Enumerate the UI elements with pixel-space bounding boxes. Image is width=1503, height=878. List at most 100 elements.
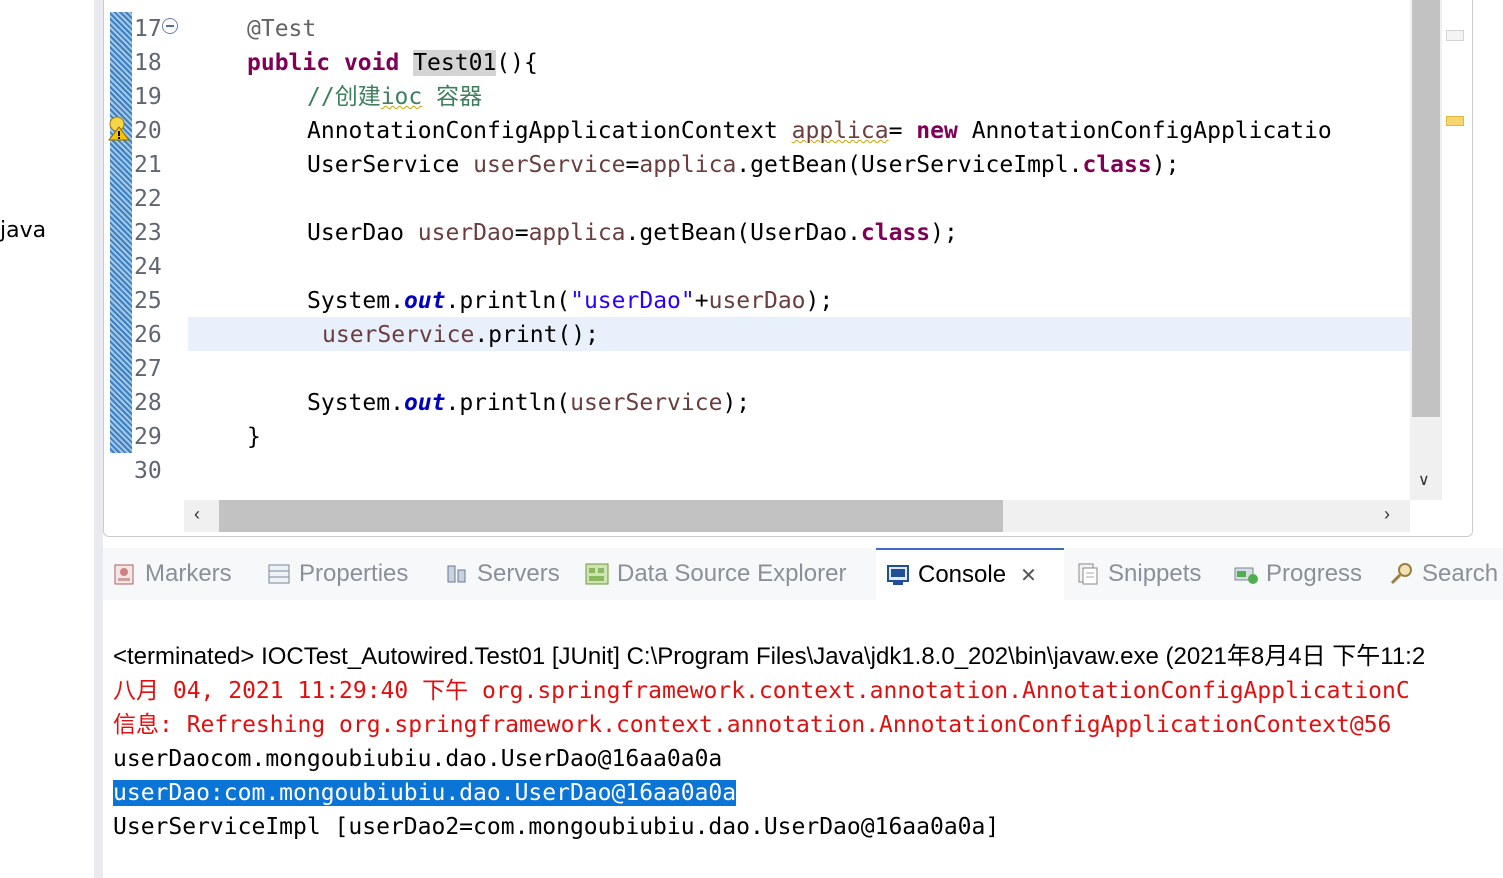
variable-token: userDao (708, 288, 806, 314)
code-token: AnnotationConfigApplicatio (957, 118, 1332, 144)
tab-label: Console (918, 561, 1007, 588)
type-token: AnnotationConfigApplicationContext (307, 118, 792, 144)
variable-token: userService (570, 390, 723, 416)
code-line-23[interactable]: UserDao userDao=applica.getBean(UserDao.… (307, 216, 958, 250)
code-line-19[interactable]: //创建ioc 容器 (307, 80, 482, 114)
progress-icon (1234, 567, 1258, 584)
overview-marker[interactable] (1446, 30, 1464, 41)
line-number: 23 (134, 220, 162, 246)
code-line-17[interactable]: @Test (247, 12, 316, 46)
tab-console[interactable]: Console ✕ (876, 548, 1064, 600)
tab-snippets[interactable]: Snippets (1076, 548, 1201, 600)
tab-markers[interactable]: Markers (113, 548, 232, 600)
console-icon (887, 565, 909, 585)
variable-token: userService (473, 152, 626, 178)
console-log-line: 八月 04, 2021 11:29:40 下午 org.springframew… (113, 678, 1410, 704)
code-token: .println( (445, 390, 571, 416)
tab-search[interactable]: Search (1390, 548, 1498, 600)
scroll-down-arrow-icon[interactable]: ∨ (1418, 470, 1430, 490)
console-output-line: userDaocom.mongoubiubiu.dao.UserDao@16aa… (113, 746, 723, 772)
overview-ruler[interactable] (1442, 0, 1472, 536)
line-number: 27 (134, 356, 162, 382)
comment-token: 容器 (422, 84, 483, 110)
vertical-scroll-thumb[interactable] (1412, 0, 1440, 417)
code-token: = (625, 152, 640, 178)
tab-data-source-explorer[interactable]: Data Source Explorer (585, 548, 846, 600)
console-log-line: 信息: Refreshing org.springframework.conte… (113, 712, 1392, 738)
package-explorer-text-fragment: java (0, 218, 47, 243)
code-token: ); (1151, 152, 1180, 178)
static-field-token: out (403, 390, 446, 416)
line-number: 24 (134, 254, 162, 280)
line-number: 21 (134, 152, 162, 178)
snippets-icon (1078, 563, 1098, 585)
tab-label: Properties (299, 560, 409, 587)
java-editor[interactable]: 17 18 19 20 21 22 23 24 25 26 27 28 29 3… (103, 0, 1473, 537)
scroll-right-arrow-icon[interactable]: › (1384, 504, 1390, 525)
code-token: System. (307, 390, 404, 416)
console-output[interactable]: <terminated> IOCTest_Autowired.Test01 [J… (103, 600, 1503, 878)
code-token: .getBean(UserServiceImpl. (736, 152, 1083, 178)
tab-label: Snippets (1108, 560, 1202, 587)
console-output-line: UserServiceImpl [userDao2=com.mongoubiub… (113, 814, 1000, 840)
tab-label: Search (1422, 560, 1499, 587)
code-line-20[interactable]: AnnotationConfigApplicationContext appli… (307, 114, 1332, 148)
keyword-token: class (860, 220, 931, 246)
close-icon[interactable]: ✕ (1020, 563, 1037, 588)
code-line-25[interactable]: System.out.println("userDao"+userDao); (307, 284, 833, 318)
tab-label: Markers (145, 560, 232, 587)
code-token: .getBean(UserDao. (625, 220, 861, 246)
code-token: System. (307, 288, 404, 314)
string-token: "userDao" (570, 288, 695, 314)
selected-text[interactable]: userDao:com.mongoubiubiu.dao.UserDao@16a… (113, 780, 737, 806)
code-token: .println( (445, 288, 571, 314)
line-number: 18 (134, 50, 162, 76)
code-line-28[interactable]: System.out.println(userService); (307, 386, 750, 420)
warning-overview-marker[interactable] (1446, 116, 1464, 126)
console-output-line-selected[interactable]: userDao:com.mongoubiubiu.dao.UserDao@16a… (113, 776, 737, 810)
tab-label: Progress (1266, 560, 1363, 587)
code-token: ); (722, 390, 751, 416)
variable-token: applica (791, 118, 889, 144)
code-token: + (694, 288, 709, 314)
quick-diff-gutter-bar (110, 12, 132, 453)
variable-token: userDao (417, 220, 515, 246)
type-token: UserDao (307, 220, 418, 246)
code-line-18[interactable]: public void Test01(){ (247, 46, 538, 80)
code-token: = (514, 220, 529, 246)
code-line-29[interactable]: } (247, 420, 261, 454)
code-token: (){ (496, 50, 538, 76)
warning-lightbulb-icon[interactable] (108, 115, 130, 141)
scroll-left-arrow-icon[interactable]: ‹ (194, 504, 200, 525)
tab-servers[interactable]: Servers (445, 548, 560, 600)
code-line-26[interactable]: userService.print(); (322, 318, 599, 352)
code-line-21[interactable]: UserService userService=applica.getBean(… (307, 148, 1179, 182)
markers-icon (114, 564, 134, 585)
comment-token: //创建 (307, 84, 381, 110)
view-separator[interactable] (94, 0, 103, 878)
keyword-token: new (916, 118, 958, 144)
horizontal-scrollbar[interactable]: ‹ › (184, 500, 1410, 532)
variable-token: userService (322, 322, 475, 348)
line-number: 17 (134, 16, 162, 42)
annotation-token: @Test (247, 16, 317, 42)
tab-properties[interactable]: Properties (267, 548, 408, 600)
line-number: 30 (134, 458, 162, 484)
code-token: ); (805, 288, 834, 314)
data-source-icon (585, 563, 609, 585)
console-terminated-header: <terminated> IOCTest_Autowired.Test01 [J… (113, 643, 1426, 670)
line-number: 26 (134, 322, 162, 348)
horizontal-scroll-thumb[interactable] (219, 500, 1003, 532)
search-icon (1390, 563, 1412, 585)
vertical-scrollbar[interactable]: ∨ (1410, 0, 1442, 500)
code-token: = (888, 118, 917, 144)
tab-label: Servers (477, 560, 560, 587)
properties-icon (268, 564, 290, 584)
code-token: } (247, 424, 261, 450)
tab-progress[interactable]: Progress (1234, 548, 1362, 600)
bottom-view-tab-bar: Markers Properties Servers Data Source E… (103, 548, 1503, 600)
keyword-token: class (1082, 152, 1152, 178)
line-number: 25 (134, 288, 162, 314)
servers-icon (447, 565, 466, 583)
tab-label: Data Source Explorer (617, 560, 847, 587)
